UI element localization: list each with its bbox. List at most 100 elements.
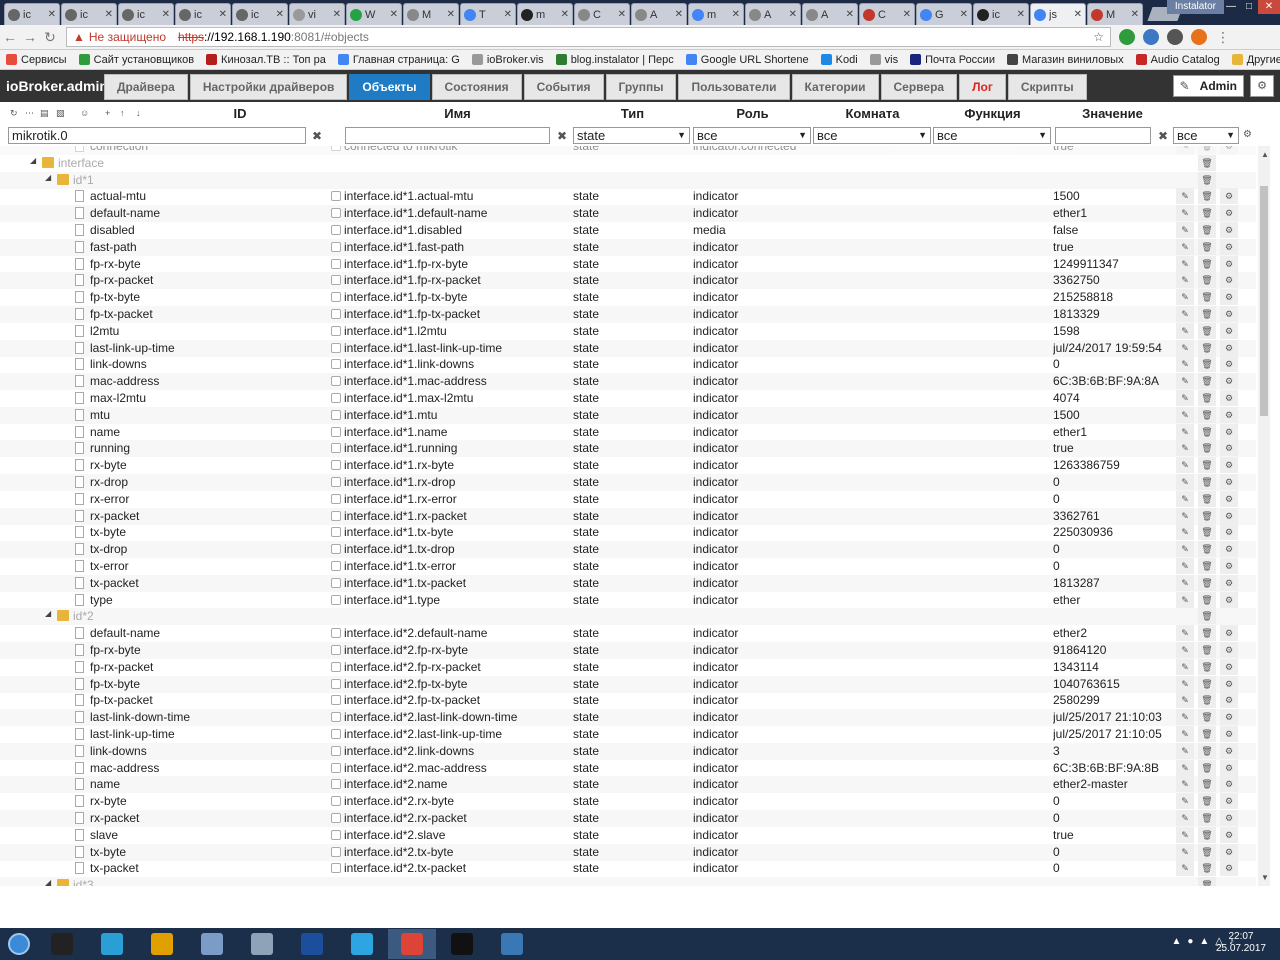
table-row[interactable]: fp-rx-byte interface.id*1.fp-rx-byte state… [0,255,1256,273]
trash-icon[interactable]: 🗑 [1198,154,1216,171]
edit-icon[interactable]: ✎ [1176,860,1194,877]
gear-icon[interactable]: ⚙ [1220,205,1238,222]
trash-icon[interactable]: 🗑 [1198,776,1216,793]
maximize-icon[interactable]: □ [1240,0,1258,14]
id-filter-input[interactable]: mikrotik.0 [8,127,306,144]
table-row[interactable]: fp-tx-packet interface.id*2.fp-tx-packet s… [0,692,1256,709]
gear-icon[interactable]: ⚙ [1220,188,1238,205]
folder-row[interactable]: ◢ id*2 🗑 [0,608,1256,626]
role-filter-select[interactable]: все ▼ [693,127,811,144]
trash-icon[interactable]: 🗑 [1198,658,1216,675]
table-row[interactable]: tx-packet interface.id*2.tx-packet state in… [0,860,1256,877]
table-row[interactable]: fp-tx-byte interface.id*2.fp-tx-byte state… [0,675,1256,693]
edit-icon[interactable]: ✎ [1176,658,1194,675]
edit-icon[interactable]: ✎ [1176,255,1194,272]
close-tab-icon[interactable]: ✕ [1074,9,1082,20]
edit-icon[interactable]: ✎ [1176,440,1194,457]
gear-icon[interactable]: ⚙ [1220,658,1238,675]
edit-icon[interactable]: ✎ [1176,574,1194,591]
trash-icon[interactable]: 🗑 [1198,356,1216,373]
table-row[interactable]: disabled interface.id*1.disabled state medi… [0,222,1256,239]
close-tab-icon[interactable]: ✕ [48,9,56,20]
gear-icon[interactable]: ⚙ [1220,709,1238,726]
table-row[interactable]: max-l2mtu interface.id*1.max-l2mtu state in… [0,390,1256,407]
close-tab-icon[interactable]: ✕ [846,9,854,20]
edit-icon[interactable]: ✎ [1176,507,1194,524]
tab-1[interactable]: Настройки драйверов [189,74,348,100]
table-row[interactable]: rx-byte interface.id*2.rx-byte state indica… [0,793,1256,810]
whatsapp-tray-icon[interactable]: ● [1187,936,1193,947]
taskbar-app[interactable] [438,929,486,959]
trash-icon[interactable]: 🗑 [1198,642,1216,658]
trash-icon[interactable]: 🗑 [1198,826,1216,843]
folder-row[interactable]: ◢ id*3 🗑 [0,877,1256,886]
gear-icon[interactable]: ⚙ [1220,726,1238,742]
edit-icon[interactable]: ✎ [1176,591,1194,608]
taskbar-app[interactable] [238,929,286,959]
trash-icon[interactable]: 🗑 [1198,289,1216,306]
name-edit-icon[interactable] [331,443,341,454]
trash-icon[interactable]: 🗑 [1198,726,1216,742]
extension-icon[interactable] [1191,29,1207,45]
edit-icon[interactable]: ✎ [1176,306,1194,322]
back-icon[interactable]: ← [0,29,20,45]
add-icon[interactable]: + [105,108,110,118]
gear-icon[interactable]: ⚙ [1220,255,1238,272]
trash-icon[interactable]: 🗑 [1198,474,1216,490]
table-row[interactable]: slave interface.id*2.slave state indicator t… [0,826,1256,844]
table-row[interactable]: fp-rx-byte interface.id*2.fp-rx-byte state… [0,642,1256,659]
close-tab-icon[interactable]: ✕ [390,9,398,20]
extension-icon[interactable] [1143,29,1159,45]
trash-icon[interactable]: 🗑 [1198,843,1216,860]
gear-icon[interactable]: ⚙ [1220,541,1238,558]
trash-icon[interactable]: 🗑 [1198,793,1216,810]
gear-icon[interactable]: ⚙ [1220,238,1238,255]
gear-icon[interactable]: ⚙ [1220,742,1238,759]
edit-icon[interactable]: ✎ [1176,423,1194,440]
name-edit-icon[interactable] [331,325,341,336]
name-edit-icon[interactable] [331,208,341,219]
trash-icon[interactable]: 🗑 [1198,490,1216,507]
name-edit-icon[interactable] [331,426,341,437]
gear-icon[interactable]: ⚙ [1220,490,1238,507]
name-edit-icon[interactable] [331,846,341,857]
trash-icon[interactable]: 🗑 [1198,860,1216,877]
bookmark-item[interactable]: vis [864,54,904,66]
gear-icon[interactable]: ⚙ [1220,810,1238,826]
gear-icon[interactable]: ⚙ [1220,642,1238,658]
browser-tab[interactable]: A ✕ [802,3,858,25]
bookmark-item[interactable]: Главная страница: G [332,54,466,66]
bookmark-item[interactable]: Кинозал.ТВ :: Топ ра [200,54,332,66]
name-edit-icon[interactable] [331,863,341,874]
bookmark-item[interactable]: Kodi [815,54,864,66]
close-tab-icon[interactable]: ✕ [162,9,170,20]
trash-icon[interactable]: 🗑 [1198,406,1216,423]
close-tab-icon[interactable]: ✕ [675,9,683,20]
taskbar-app[interactable] [388,929,436,959]
table-row[interactable]: fp-rx-packet interface.id*2.fp-rx-packet s… [0,658,1256,676]
edit-icon[interactable]: ✎ [1176,272,1194,289]
expand-toggle-icon[interactable]: ◢ [45,878,51,886]
gear-icon[interactable]: ⚙ [1220,423,1238,440]
name-edit-icon[interactable] [331,409,341,420]
gear-icon[interactable]: ⚙ [1220,776,1238,793]
table-row[interactable]: rx-packet interface.id*2.rx-packet state in… [0,810,1256,827]
user-button[interactable]: ✎ Admin [1172,75,1244,97]
upload-icon[interactable]: ↑ [120,108,125,118]
grid-scrollbar[interactable]: ▲ ▼ [1258,146,1270,886]
extra-filter-select[interactable]: все ▼ [1173,127,1239,144]
trash-icon[interactable]: 🗑 [1198,238,1216,255]
table-row[interactable]: tx-byte interface.id*2.tx-byte state indica… [0,843,1256,861]
folder-row[interactable]: ◢ id*1 🗑 [0,171,1256,189]
name-edit-icon[interactable] [331,510,341,521]
table-row[interactable]: fp-tx-byte interface.id*1.fp-tx-byte state… [0,289,1256,306]
clear-name-filter-icon[interactable]: ✖ [557,129,567,143]
trash-icon[interactable]: 🗑 [1198,608,1216,625]
edit-icon[interactable]: ✎ [1176,541,1194,558]
column-header-name[interactable]: Имя [425,106,490,121]
gear-icon[interactable]: ⚙ [1220,574,1238,591]
value-filter-input[interactable] [1055,127,1151,144]
table-row[interactable]: tx-packet interface.id*1.tx-packet state in… [0,574,1256,592]
name-edit-icon[interactable] [331,527,341,538]
close-tab-icon[interactable]: ✕ [333,9,341,20]
